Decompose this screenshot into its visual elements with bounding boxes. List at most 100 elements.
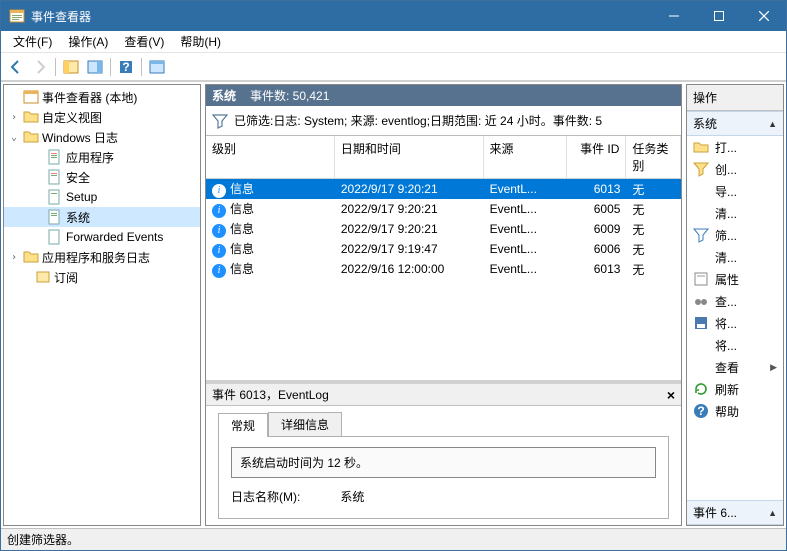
action-properties[interactable]: 属性 — [687, 268, 783, 290]
actions-section-system[interactable]: 系统 ▲ — [687, 111, 783, 136]
tree-label: Forwarded Events — [66, 230, 163, 244]
cell-datetime: 2022/9/17 9:20:21 — [335, 202, 484, 216]
cell-datetime: 2022/9/17 9:20:21 — [335, 222, 484, 236]
menu-bar: 文件(F) 操作(A) 查看(V) 帮助(H) — [1, 31, 786, 53]
tree-setup[interactable]: Setup — [4, 187, 200, 207]
menu-help[interactable]: 帮助(H) — [172, 31, 229, 52]
tree-subscriptions[interactable]: 订阅 — [4, 267, 200, 287]
cell-task: 无 — [626, 221, 681, 238]
col-datetime[interactable]: 日期和时间 — [335, 136, 484, 178]
detail-pane: 事件 6013，EventLog × 常规 详细信息 系统启动时间为 12 秒。… — [206, 380, 681, 525]
extra-button[interactable] — [146, 56, 168, 78]
log-icon — [47, 189, 63, 205]
info-icon: i — [212, 244, 226, 258]
tree-root[interactable]: 事件查看器 (本地) — [4, 87, 200, 107]
col-task[interactable]: 任务类别 — [626, 136, 681, 178]
info-icon: i — [212, 204, 226, 218]
window-title: 事件查看器 — [31, 8, 651, 25]
filter-text: 已筛选:日志: System; 来源: eventlog;日期范围: 近 24 … — [234, 112, 602, 129]
folder-icon — [23, 109, 39, 125]
status-bar: 创建筛选器。 — [1, 528, 786, 550]
action-view-submenu[interactable]: 查看▶ — [687, 356, 783, 378]
funnel-icon — [693, 227, 709, 243]
menu-file[interactable]: 文件(F) — [5, 31, 60, 52]
header-group-name: 系统 — [212, 87, 236, 104]
close-button[interactable] — [741, 1, 786, 31]
section-title: 系统 — [693, 115, 717, 132]
detail-header: 事件 6013，EventLog × — [206, 384, 681, 406]
action-help[interactable]: ?帮助 — [687, 400, 783, 422]
event-grid[interactable]: 级别 日期和时间 来源 事件 ID 任务类别 i信息2022/9/17 9:20… — [206, 136, 681, 380]
tab-details[interactable]: 详细信息 — [268, 412, 342, 436]
filter-pane-button[interactable] — [84, 56, 106, 78]
cell-eventid: 6009 — [567, 222, 627, 236]
menu-view[interactable]: 查看(V) — [116, 31, 172, 52]
tree-application[interactable]: 应用程序 — [4, 147, 200, 167]
collapse-icon: ▲ — [768, 119, 777, 129]
tree-label: 事件查看器 (本地) — [42, 89, 137, 106]
tree-security[interactable]: 安全 — [4, 167, 200, 187]
event-row[interactable]: i信息2022/9/17 9:20:21EventL...6005无 — [206, 199, 681, 219]
back-button[interactable] — [5, 56, 27, 78]
action-clear-log[interactable]: 清... — [687, 202, 783, 224]
action-refresh[interactable]: 刷新 — [687, 378, 783, 400]
cell-source: EventL... — [484, 222, 567, 236]
tab-general[interactable]: 常规 — [218, 413, 268, 437]
expand-icon[interactable]: › — [8, 252, 20, 263]
action-open-saved-log[interactable]: 打... — [687, 136, 783, 158]
event-row[interactable]: i信息2022/9/17 9:19:47EventL...6006无 — [206, 239, 681, 259]
cell-datetime: 2022/9/17 9:19:47 — [335, 242, 484, 256]
cell-eventid: 6013 — [567, 182, 627, 196]
status-text: 创建筛选器。 — [7, 531, 79, 548]
action-filter-log[interactable]: 筛... — [687, 224, 783, 246]
action-save-events[interactable]: 将... — [687, 312, 783, 334]
action-clear-filter[interactable]: 清... — [687, 246, 783, 268]
chevron-right-icon: ▶ — [770, 362, 777, 373]
event-row[interactable]: i信息2022/9/16 12:00:00EventL...6013无 — [206, 259, 681, 279]
subscription-icon — [35, 269, 51, 285]
maximize-button[interactable] — [696, 1, 741, 31]
detail-close-button[interactable]: × — [667, 387, 675, 403]
tree-forwarded[interactable]: Forwarded Events — [4, 227, 200, 247]
show-tree-button[interactable] — [60, 56, 82, 78]
action-attach-task[interactable]: 将... — [687, 334, 783, 356]
log-icon — [47, 229, 63, 245]
col-eventid[interactable]: 事件 ID — [567, 136, 627, 178]
action-import-custom-view[interactable]: 导... — [687, 180, 783, 202]
col-source[interactable]: 来源 — [484, 136, 567, 178]
help-button[interactable]: ? — [115, 56, 137, 78]
funnel-icon — [693, 161, 709, 177]
actions-pane: 操作 系统 ▲ 打... 创... 导... 清... 筛... 清... 属性… — [686, 84, 784, 526]
separator — [55, 58, 56, 76]
action-create-custom-view[interactable]: 创... — [687, 158, 783, 180]
svg-text:?: ? — [122, 60, 129, 74]
import-icon — [693, 183, 709, 199]
tree-system[interactable]: 系统 — [4, 207, 200, 227]
col-level[interactable]: 级别 — [206, 136, 335, 178]
properties-icon — [693, 271, 709, 287]
tree-custom-views[interactable]: › 自定义视图 — [4, 107, 200, 127]
cell-eventid: 6005 — [567, 202, 627, 216]
log-icon — [47, 149, 63, 165]
action-find[interactable]: 查... — [687, 290, 783, 312]
tree-label: 应用程序 — [66, 149, 114, 166]
actions-section-event[interactable]: 事件 6... ▲ — [687, 500, 783, 525]
event-row[interactable]: i信息2022/9/17 9:20:21EventL...6013无 — [206, 179, 681, 199]
event-viewer-icon — [23, 89, 39, 105]
forward-button[interactable] — [29, 56, 51, 78]
actions-header: 操作 — [687, 85, 783, 111]
tree-windows-logs[interactable]: ⌄ Windows 日志 — [4, 127, 200, 147]
tree-label: 安全 — [66, 169, 90, 186]
log-icon — [47, 209, 63, 225]
expand-icon[interactable]: › — [8, 112, 20, 123]
collapse-icon[interactable]: ⌄ — [8, 132, 20, 143]
tree-app-service-logs[interactable]: › 应用程序和服务日志 — [4, 247, 200, 267]
detail-message: 系统启动时间为 12 秒。 — [231, 447, 656, 478]
logname-value: 系统 — [340, 488, 364, 505]
nav-tree[interactable]: 事件查看器 (本地) › 自定义视图 ⌄ Windows 日志 应用程序 安全 — [3, 84, 201, 526]
minimize-button[interactable] — [651, 1, 696, 31]
grid-header[interactable]: 级别 日期和时间 来源 事件 ID 任务类别 — [206, 136, 681, 179]
info-icon: i — [212, 224, 226, 238]
menu-action[interactable]: 操作(A) — [60, 31, 116, 52]
event-row[interactable]: i信息2022/9/17 9:20:21EventL...6009无 — [206, 219, 681, 239]
